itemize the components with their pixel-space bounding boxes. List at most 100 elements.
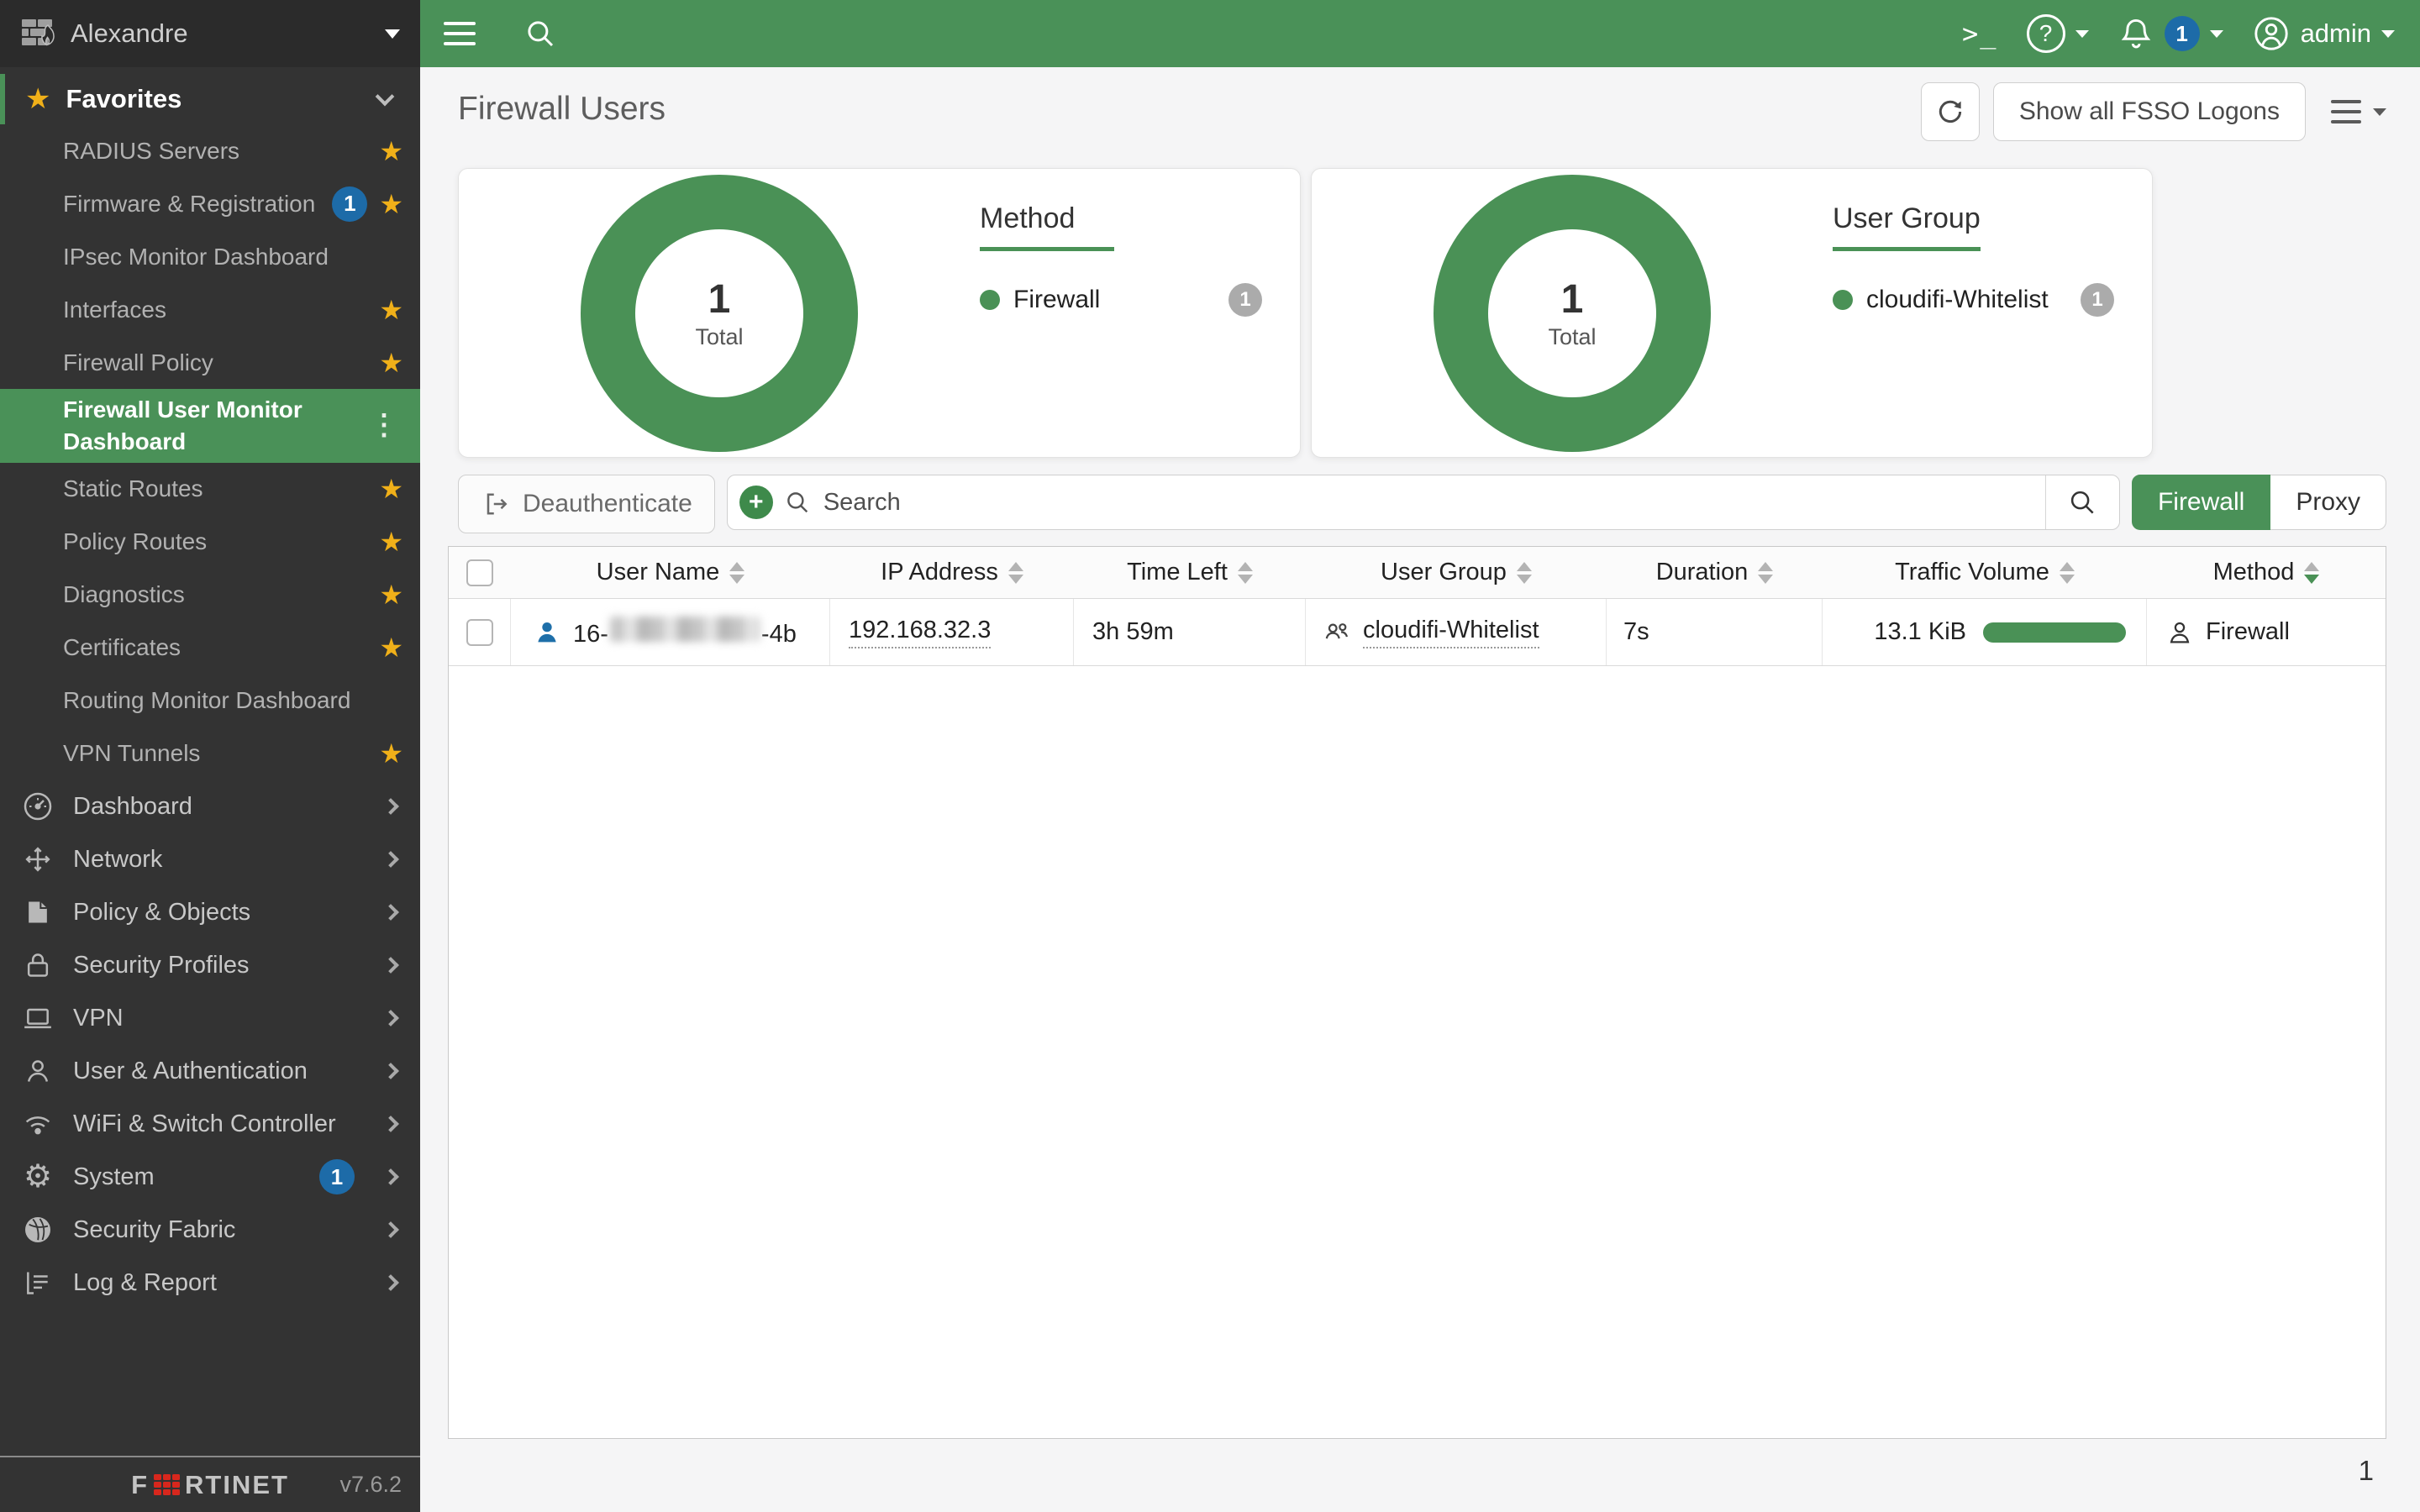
select-all-checkbox[interactable] <box>466 559 493 586</box>
sidebar-item-certificates[interactable]: Certificates ★ <box>0 622 420 675</box>
table-options-menu[interactable] <box>2331 100 2386 123</box>
sidebar-item-label: Firewall Policy <box>63 347 367 379</box>
tab-firewall[interactable]: Firewall <box>2132 475 2270 530</box>
sidebar-item-vpn-tunnels[interactable]: VPN Tunnels ★ <box>0 727 420 780</box>
collapse-menu-icon[interactable] <box>444 22 476 45</box>
lock-icon <box>21 948 55 982</box>
column-header-method[interactable]: Method <box>2147 547 2386 598</box>
favorite-star-icon[interactable]: ★ <box>379 634 403 661</box>
column-header-traffic-volume[interactable]: Traffic Volume <box>1823 547 2147 598</box>
sidebar-item-ipsec-monitor-dashboard[interactable]: IPsec Monitor Dashboard <box>0 230 420 283</box>
global-search-icon[interactable] <box>523 16 558 51</box>
sidebar-item-interfaces[interactable]: Interfaces ★ <box>0 283 420 336</box>
sidebar-item-firewall-policy[interactable]: Firewall Policy ★ <box>0 336 420 389</box>
ip-address-value[interactable]: 192.168.32.3 <box>849 617 991 648</box>
sidebar-item-network[interactable]: Network <box>0 833 420 886</box>
favorite-star-icon[interactable]: ★ <box>379 475 403 502</box>
top-bar-right: >_ ? 1 <box>1962 14 2395 53</box>
favorite-star-icon[interactable]: ★ <box>379 191 403 218</box>
sidebar-item-user-authentication[interactable]: User & Authentication <box>0 1045 420 1098</box>
sidebar-item-label: VPN <box>73 1005 366 1032</box>
sidebar-menu: Dashboard Network Policy & Objects <box>0 780 420 1310</box>
tab-proxy[interactable]: Proxy <box>2270 475 2386 530</box>
sidebar-item-routing-monitor-dashboard[interactable]: Routing Monitor Dashboard <box>0 675 420 727</box>
sidebar-item-dashboard[interactable]: Dashboard <box>0 780 420 833</box>
column-header-duration[interactable]: Duration <box>1607 547 1823 598</box>
sidebar-item-security-fabric[interactable]: Security Fabric <box>0 1204 420 1257</box>
method-donut-chart[interactable]: 1 Total <box>459 169 980 457</box>
sidebar-item-label: Diagnostics <box>63 579 367 611</box>
favorite-star-icon[interactable]: ★ <box>379 349 403 376</box>
favorite-star-icon[interactable]: ★ <box>379 138 403 165</box>
user-solid-icon <box>533 618 561 647</box>
search-input[interactable] <box>823 489 2045 517</box>
search-submit-button[interactable] <box>2045 475 2119 529</box>
list-menu-icon <box>2331 100 2361 123</box>
vdom-selector[interactable]: Alexandre <box>0 0 420 67</box>
row-checkbox[interactable] <box>466 619 493 646</box>
sidebar-item-firmware-registration[interactable]: Firmware & Registration 1 ★ <box>0 177 420 230</box>
wifi-icon <box>21 1107 55 1141</box>
refresh-button[interactable] <box>1921 82 1980 141</box>
table-toolbar: Deauthenticate + Firewall Proxy <box>458 475 2386 530</box>
column-header-user-group[interactable]: User Group <box>1306 547 1607 598</box>
page-number[interactable]: 1 <box>2359 1455 2374 1487</box>
user-group-donut-chart[interactable]: 1 Total <box>1312 169 1833 457</box>
legend-item-firewall[interactable]: Firewall 1 <box>980 283 1262 317</box>
sidebar-item-firewall-user-monitor-dashboard[interactable]: Firewall User Monitor Dashboard ⋮ <box>0 389 420 463</box>
sidebar-item-log-report[interactable]: Log & Report <box>0 1257 420 1310</box>
column-header-user-name[interactable]: User Name <box>511 547 830 598</box>
fabric-sphere-icon <box>21 1213 55 1247</box>
sidebar-item-security-profiles[interactable]: Security Profiles <box>0 939 420 992</box>
laptop-icon <box>21 1001 55 1035</box>
add-filter-icon[interactable]: + <box>739 486 773 519</box>
table-row[interactable]: 16--4b 192.168.32.3 3h 59m cloudifi-Whit… <box>449 599 2386 666</box>
favorite-star-icon[interactable]: ★ <box>379 581 403 608</box>
chevron-down-icon <box>2210 30 2223 38</box>
user-group-value[interactable]: cloudifi-Whitelist <box>1363 617 1539 648</box>
gear-glyph: ⚙ <box>24 1161 52 1193</box>
help-menu[interactable]: ? <box>2027 14 2089 53</box>
legend-dot-icon <box>980 290 1000 310</box>
column-header-ip-address[interactable]: IP Address <box>830 547 1074 598</box>
sidebar-item-static-routes[interactable]: Static Routes ★ <box>0 463 420 516</box>
deauthenticate-label: Deauthenticate <box>523 490 692 518</box>
sidebar-item-system[interactable]: ⚙ System 1 <box>0 1151 420 1204</box>
show-fsso-logons-button[interactable]: Show all FSSO Logons <box>1993 82 2306 141</box>
admin-menu[interactable]: admin <box>2252 14 2395 53</box>
mode-tabs: Firewall Proxy <box>2132 475 2386 530</box>
cli-console-icon[interactable]: >_ <box>1962 18 1998 50</box>
legend-title: Method <box>980 202 1114 251</box>
sidebar-item-policy-routes[interactable]: Policy Routes ★ <box>0 516 420 569</box>
legend-count-badge: 1 <box>2081 283 2114 317</box>
column-label: User Group <box>1381 559 1507 586</box>
sidebar-item-label: Static Routes <box>63 473 367 505</box>
favorites-list: RADIUS Servers ★ Firmware & Registration… <box>0 124 420 780</box>
sidebar-item-label: Firmware & Registration <box>63 188 320 220</box>
sidebar-item-label: Policy Routes <box>63 526 367 558</box>
user-group-icon <box>1321 617 1353 648</box>
favorite-star-icon[interactable]: ★ <box>379 528 403 555</box>
deauthenticate-button[interactable]: Deauthenticate <box>458 475 715 533</box>
favorite-star-icon[interactable]: ★ <box>379 297 403 323</box>
chevron-right-icon <box>382 1274 399 1291</box>
column-header-time-left[interactable]: Time Left <box>1074 547 1306 598</box>
sidebar-favorites-header[interactable]: ★ Favorites <box>0 74 420 124</box>
legend-item-cloudifi-whitelist[interactable]: cloudifi-Whitelist 1 <box>1833 283 2114 317</box>
sidebar-item-vpn[interactable]: VPN <box>0 992 420 1045</box>
donut-total-value: 1 <box>708 276 731 323</box>
column-label: Duration <box>1656 559 1749 586</box>
sidebar-item-label: Policy & Objects <box>73 899 366 927</box>
column-label: User Name <box>597 559 720 586</box>
sidebar-item-radius-servers[interactable]: RADIUS Servers ★ <box>0 124 420 177</box>
sidebar-item-diagnostics[interactable]: Diagnostics ★ <box>0 569 420 622</box>
item-options-icon[interactable]: ⋮ <box>370 414 398 437</box>
sidebar-item-policy-objects[interactable]: Policy & Objects <box>0 886 420 939</box>
sidebar-item-label: Log & Report <box>73 1269 366 1297</box>
user-name-cell: 16--4b <box>511 599 830 665</box>
donut-ring: 1 Total <box>581 175 858 452</box>
sidebar-item-wifi-switch-controller[interactable]: WiFi & Switch Controller <box>0 1098 420 1151</box>
sidebar-item-label: VPN Tunnels <box>63 738 367 769</box>
favorite-star-icon[interactable]: ★ <box>379 740 403 767</box>
notifications-menu[interactable]: 1 <box>2118 15 2223 52</box>
